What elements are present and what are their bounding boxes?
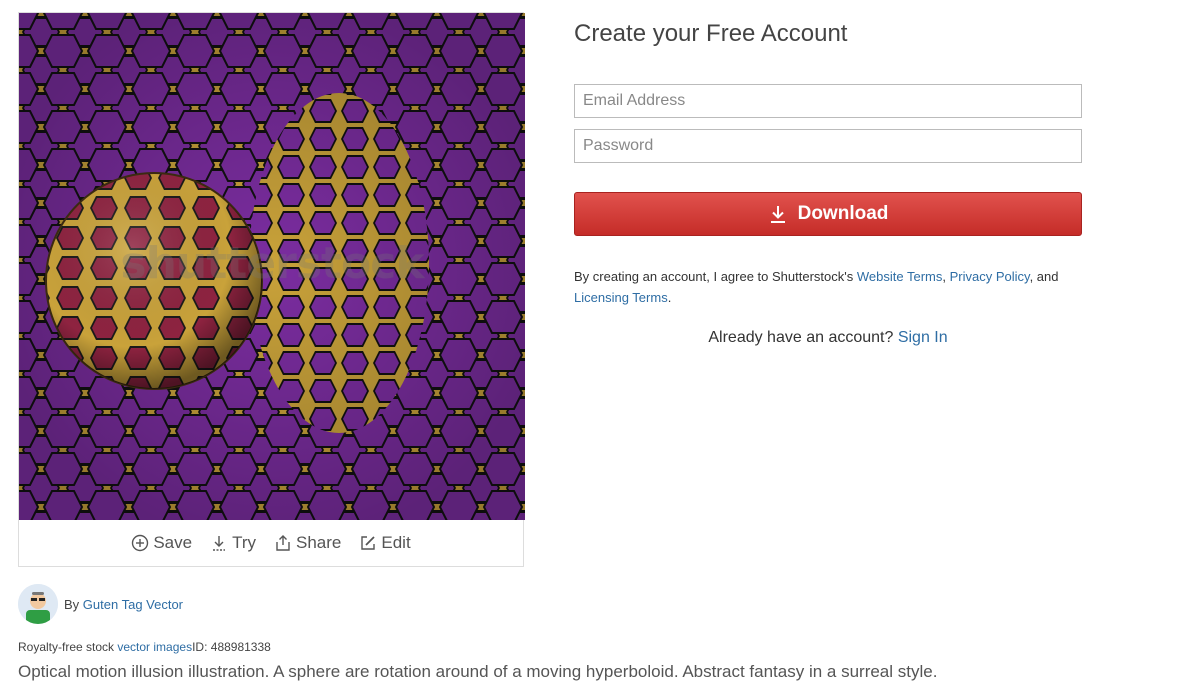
- image-meta: Royalty-free stock vector imagesID: 4889…: [18, 640, 271, 654]
- id-label: ID:: [192, 640, 208, 654]
- avatar-image: [18, 584, 58, 624]
- share-label: Share: [296, 533, 342, 552]
- edit-label: Edit: [381, 533, 411, 552]
- terms-and: , and: [1029, 269, 1059, 284]
- download-icon: [770, 206, 785, 223]
- terms-separator: ,: [942, 269, 946, 284]
- author-link[interactable]: Guten Tag Vector: [83, 597, 183, 612]
- image-description: Optical motion illusion illustration. A …: [18, 662, 938, 681]
- share-button[interactable]: Share: [274, 533, 341, 553]
- form-title: Create your Free Account: [574, 20, 848, 47]
- website-terms-link[interactable]: Website Terms: [857, 269, 943, 284]
- email-field[interactable]: [574, 84, 1082, 118]
- download-button[interactable]: Download: [574, 192, 1082, 236]
- download-icon: [213, 536, 226, 551]
- edit-icon: [361, 536, 376, 550]
- terms-text: By creating an account, I agree to Shutt…: [574, 266, 1094, 308]
- avatar[interactable]: [18, 584, 58, 624]
- save-label: Save: [153, 533, 193, 552]
- author-line: By Guten Tag Vector: [64, 597, 183, 612]
- meta-prefix: Royalty-free stock: [18, 640, 115, 654]
- signin-line: Already have an account? Sign In: [574, 329, 1082, 347]
- watermark: shutterstock: [120, 238, 424, 289]
- terms-prefix: By creating an account, I agree to Shutt…: [574, 269, 854, 284]
- share-icon: [276, 535, 290, 551]
- vector-images-link[interactable]: vector images: [117, 640, 192, 654]
- edit-button[interactable]: Edit: [359, 533, 411, 553]
- password-field[interactable]: [574, 129, 1082, 163]
- image-id: 488981338: [210, 640, 271, 654]
- try-button[interactable]: Try: [210, 533, 256, 553]
- signin-prompt: Already have an account?: [708, 329, 894, 346]
- download-label: Download: [797, 203, 889, 224]
- plus-circle-icon: [132, 534, 149, 552]
- try-label: Try: [232, 533, 256, 552]
- privacy-policy-link[interactable]: Privacy Policy: [950, 269, 1030, 284]
- terms-end: .: [667, 290, 672, 305]
- licensing-terms-link[interactable]: Licensing Terms: [574, 290, 668, 305]
- save-button[interactable]: Save: [131, 533, 192, 553]
- image-actions: Save Try Share Edit: [19, 520, 523, 566]
- by-label: By: [64, 596, 80, 612]
- signin-link[interactable]: Sign In: [898, 329, 948, 346]
- preview-image[interactable]: shutterstock: [19, 13, 525, 520]
- author: By Guten Tag Vector: [18, 584, 183, 624]
- image-card: shutterstock Save Try Share Edit: [18, 12, 525, 567]
